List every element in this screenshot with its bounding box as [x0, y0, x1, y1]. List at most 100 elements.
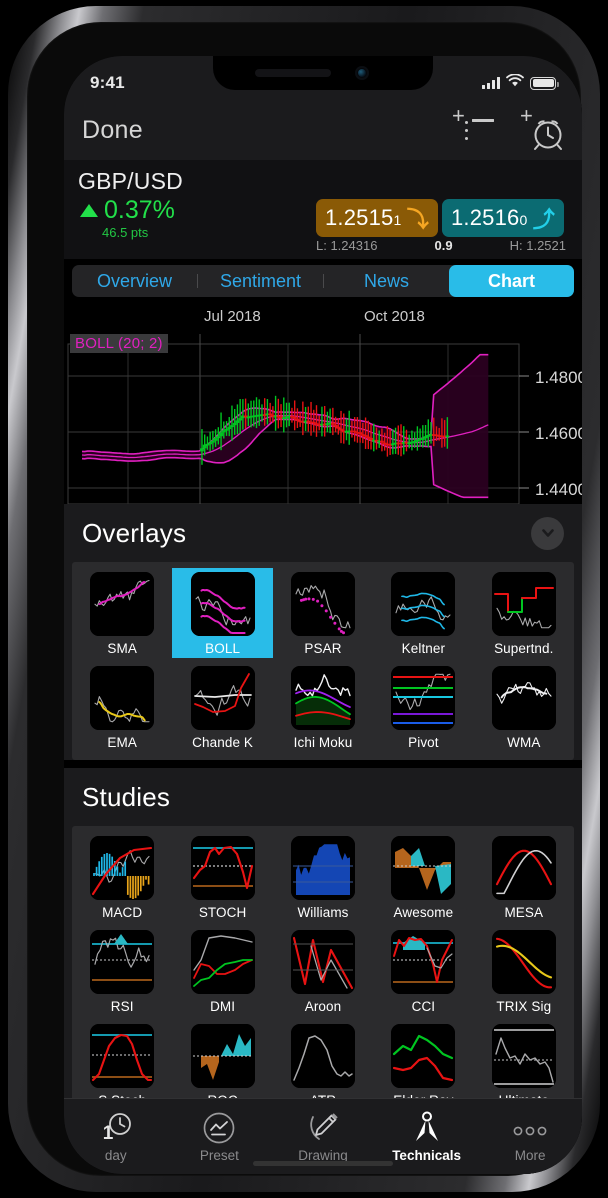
indicator-tile-ema[interactable]: EMA: [72, 662, 172, 752]
indicator-thumbnail-icon: [90, 666, 155, 730]
indicator-label: Pivot: [408, 735, 439, 750]
add-alarm-icon[interactable]: +: [520, 105, 564, 151]
toolbar-item-preset[interactable]: Preset: [171, 1111, 267, 1163]
indicator-thumbnail-icon: [290, 836, 355, 900]
day-low: L: 1.24316: [316, 238, 378, 253]
indicator-tile-aroon[interactable]: Aroon: [273, 926, 373, 1016]
indicator-tile-williams[interactable]: Williams: [273, 832, 373, 922]
studies-panel: Studies MACD STOCH Williams Awesome MESA RSI D…: [64, 768, 582, 1098]
tab-chart[interactable]: Chart: [449, 265, 574, 297]
indicator-badge[interactable]: BOLL (20; 2): [70, 334, 168, 353]
timeframe-value: 1: [102, 1122, 114, 1144]
indicator-thumbnail-icon: [90, 930, 155, 994]
indicator-tile-s-stoch[interactable]: S Stoch: [72, 1020, 172, 1098]
phone-bezel: 9:41 Done + + GBP/USD 0.37% 46.5 pts 1.2…: [27, 22, 582, 1176]
x-tick-label: Jul 2018: [204, 308, 261, 325]
overlays-panel: Overlays SMA BOLL PSAR Keltner Supertnd. EMA C…: [64, 504, 582, 760]
indicator-thumbnail-icon: [90, 1024, 155, 1088]
indicator-tile-trix-sig[interactable]: TRIX Sig: [474, 926, 574, 1016]
indicator-tile-stoch[interactable]: STOCH: [172, 832, 272, 922]
indicator-thumbnail-icon: [190, 1024, 255, 1088]
price-chart[interactable]: Jul 2018 Oct 2018 1.4800 1.4600 1.4400 BOL…: [64, 304, 582, 505]
chevron-down-icon[interactable]: [531, 516, 564, 550]
indicator-tile-ichi-moku[interactable]: Ichi Moku: [273, 662, 373, 752]
indicator-tile-cci[interactable]: CCI: [373, 926, 473, 1016]
chart-canvas[interactable]: 1.4800 1.4600 1.4400: [64, 332, 582, 505]
clock-icon: 1: [95, 1111, 137, 1145]
indicator-thumbnail-icon: [90, 836, 155, 900]
plus-glyph: +: [452, 103, 465, 128]
indicator-thumbnail-icon: [190, 666, 255, 730]
indicator-panels: Overlays SMA BOLL PSAR Keltner Supertnd. EMA C…: [64, 504, 582, 1098]
indicator-tile-sma[interactable]: SMA: [72, 568, 172, 658]
indicator-tile-mesa[interactable]: MESA: [474, 832, 574, 922]
indicator-thumbnail-icon: [290, 666, 355, 730]
indicator-tile-wma[interactable]: WMA: [474, 662, 574, 752]
toolbar-item-timeframe[interactable]: 1 day: [68, 1111, 164, 1163]
indicator-label: SMA: [107, 641, 137, 656]
indicator-thumbnail-icon: [190, 930, 255, 994]
indicator-thumbnail-icon: [290, 1024, 355, 1088]
svg-text:1.4400: 1.4400: [535, 480, 582, 499]
overlays-header: Overlays: [64, 504, 582, 562]
tab-news[interactable]: News: [324, 265, 449, 297]
phone-screen: 9:41 Done + + GBP/USD 0.37% 46.5 pts 1.2…: [64, 56, 582, 1174]
bid-value: 1.25151: [325, 205, 402, 230]
toolbar-label: Technicals: [392, 1147, 461, 1163]
add-to-watchlist-icon[interactable]: +: [452, 105, 496, 151]
tab-overview[interactable]: Overview: [72, 265, 197, 297]
studies-grid: MACD STOCH Williams Awesome MESA RSI DMI Aroon C…: [72, 826, 574, 1098]
ellipsis-icon: [508, 1111, 552, 1145]
overlays-title: Overlays: [82, 517, 187, 548]
phone-frame: 9:41 Done + + GBP/USD 0.37% 46.5 pts 1.2…: [8, 6, 600, 1192]
indicator-tile-elder-ray[interactable]: Elder Ray: [373, 1020, 473, 1098]
indicator-tile-pivot[interactable]: Pivot: [373, 662, 473, 752]
indicator-tile-boll[interactable]: BOLL: [172, 568, 273, 658]
indicator-thumbnail-icon: [491, 666, 556, 730]
tab-sentiment[interactable]: Sentiment: [198, 265, 323, 297]
toolbar-item-drawing[interactable]: Drawing: [275, 1111, 371, 1163]
indicator-thumbnail-icon: [391, 1024, 456, 1088]
indicator-tile-psar[interactable]: PSAR: [273, 568, 373, 658]
studies-header: Studies: [64, 768, 582, 826]
indicator-tile-keltner[interactable]: Keltner: [373, 568, 473, 658]
earpiece-speaker: [255, 69, 331, 77]
indicator-label: MACD: [102, 905, 143, 920]
indicator-label: Awesome: [393, 905, 454, 920]
bid-price-button[interactable]: 1.25151 ⤵: [316, 199, 438, 237]
indicator-tile-dmi[interactable]: DMI: [172, 926, 272, 1016]
toolbar-label: More: [514, 1147, 546, 1163]
compass-divider-icon: [410, 1111, 444, 1145]
indicator-tile-macd[interactable]: MACD: [72, 832, 172, 922]
ask-price-button[interactable]: 1.25160 ⤴: [442, 199, 564, 237]
indicator-label: BOLL: [205, 641, 241, 656]
overlays-grid: SMA BOLL PSAR Keltner Supertnd. EMA Chande K Ic…: [72, 562, 574, 760]
done-button[interactable]: Done: [82, 116, 143, 145]
change-percent: 0.37%: [104, 196, 175, 224]
symbol-label: GBP/USD: [78, 168, 183, 194]
x-tick-label: Oct 2018: [364, 308, 425, 325]
toolbar-item-more[interactable]: More: [482, 1111, 578, 1163]
indicator-tile-chande-k[interactable]: Chande K: [172, 662, 272, 752]
indicator-label: EMA: [107, 735, 137, 750]
toolbar-label: day: [104, 1147, 127, 1163]
indicator-label: DMI: [210, 999, 236, 1014]
indicator-tile-awesome[interactable]: Awesome: [373, 832, 473, 922]
change-block: 0.37% 46.5 pts: [78, 197, 175, 240]
indicator-tile-ultimate[interactable]: Ultimate: [474, 1020, 574, 1098]
indicator-thumbnail-icon: [190, 836, 255, 900]
indicator-thumbnail-icon: [90, 572, 155, 636]
indicator-tile-supertnd[interactable]: Supertnd.: [474, 568, 574, 658]
indicator-tile-atr[interactable]: ATR: [273, 1020, 373, 1098]
indicator-label: MESA: [504, 905, 544, 920]
indicator-label: STOCH: [198, 905, 247, 920]
indicator-thumbnail-icon: [190, 572, 255, 636]
home-indicator: [253, 1161, 393, 1166]
indicator-tile-roc[interactable]: ROC: [172, 1020, 272, 1098]
low-high-row: L: 1.24316 0.9 H: 1.2521: [316, 238, 568, 253]
ask-value: 1.25160: [451, 205, 528, 230]
indicator-tile-rsi[interactable]: RSI: [72, 926, 172, 1016]
change-points: 46.5 pts: [102, 225, 149, 241]
toolbar-item-technicals[interactable]: Technicals: [379, 1111, 475, 1163]
preset-chart-icon: [202, 1111, 236, 1145]
